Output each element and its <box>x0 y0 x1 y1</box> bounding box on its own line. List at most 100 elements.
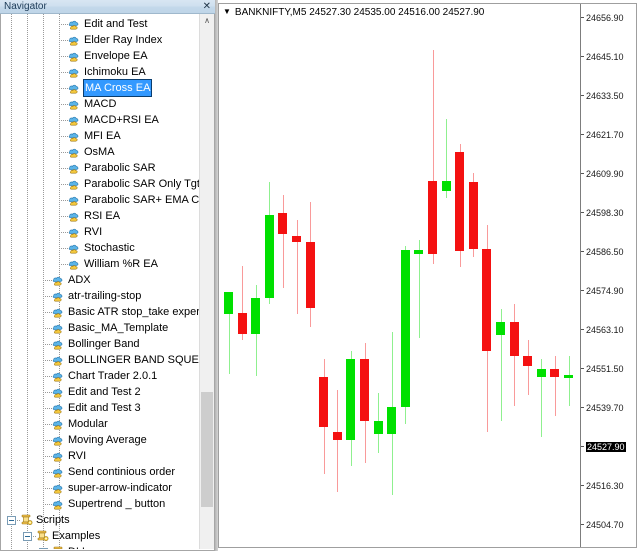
candle-wick <box>569 355 570 406</box>
tree-item[interactable]: Parabolic SAR+ EMA Cross <box>1 192 199 208</box>
tree-item-label: Moving Average <box>68 434 147 446</box>
tree-item-label: Supertrend _ button <box>68 498 166 510</box>
navigator-tree[interactable]: Edit and Test Elder Ray Index Envelope EA I… <box>1 14 199 549</box>
chart-canvas[interactable]: ▼ BANKNIFTY,M5 24527.30 24535.00 24516.00… <box>218 3 637 548</box>
expert-advisor-icon <box>68 162 81 174</box>
collapse-toggle-icon[interactable] <box>7 516 16 525</box>
tree-item[interactable]: OsMA <box>1 144 199 160</box>
tree-item[interactable]: MACD+RSI EA <box>1 112 199 128</box>
expert-advisor-icon <box>52 370 65 382</box>
tree-item-label: William %R EA <box>84 258 158 270</box>
candle-body <box>306 242 315 308</box>
tree-item[interactable]: MFI EA <box>1 128 199 144</box>
tree-item[interactable]: Modular <box>1 416 199 432</box>
tree-item-label: BOLLINGER BAND SQUEEZE <box>68 354 199 366</box>
chart-header: ▼ BANKNIFTY,M5 24527.30 24535.00 24516.00… <box>219 4 484 20</box>
tree-item-label: Parabolic SAR Only Tgt and <box>84 178 199 190</box>
tree-item[interactable]: Parabolic SAR Only Tgt and <box>1 176 199 192</box>
tree-item-label: RSI EA <box>84 210 121 222</box>
candle-body <box>469 181 478 249</box>
tree-item[interactable]: Ichimoku EA <box>1 64 199 80</box>
price-value: 24551.50 <box>586 364 624 374</box>
tree-item[interactable]: MACD <box>1 96 199 112</box>
expert-advisor-icon <box>52 498 65 510</box>
candle-body <box>387 406 396 435</box>
tree-item[interactable]: DLL <box>1 544 199 549</box>
tree-item-label: Edit and Test 3 <box>68 402 141 414</box>
candle-wick <box>337 389 338 493</box>
expert-advisor-icon <box>68 34 81 46</box>
candle-body <box>224 291 233 315</box>
candle-body <box>442 180 451 192</box>
scroll-up-arrow-icon[interactable]: ∧ <box>200 14 214 28</box>
collapse-toggle-icon[interactable] <box>23 532 32 541</box>
candle-body <box>238 312 247 334</box>
tree-item[interactable]: super-arrow-indicator <box>1 480 199 496</box>
tree-item[interactable]: Elder Ray Index <box>1 32 199 48</box>
tree-item[interactable]: BOLLINGER BAND SQUEEZE <box>1 352 199 368</box>
expert-advisor-icon <box>52 418 65 430</box>
tree-item-label: Elder Ray Index <box>84 34 163 46</box>
tree-item-label: Examples <box>52 530 101 542</box>
script-folder-icon <box>20 514 33 526</box>
tree-item[interactable]: Edit and Test 3 <box>1 400 199 416</box>
tree-item[interactable]: Parabolic SAR <box>1 160 199 176</box>
tree-item[interactable]: Supertrend _ button <box>1 496 199 512</box>
tree-item[interactable]: Basic ATR stop_take expert advi <box>1 304 199 320</box>
expert-advisor-icon <box>68 50 81 62</box>
expert-advisor-icon <box>52 386 65 398</box>
tree-item[interactable]: Chart Trader 2.0.1 <box>1 368 199 384</box>
tree-item[interactable]: RVI <box>1 448 199 464</box>
candlestick-plot <box>220 21 580 547</box>
tree-item[interactable]: Bollinger Band <box>1 336 199 352</box>
tree-item-label: Parabolic SAR <box>84 162 156 174</box>
price-value: 24598.30 <box>586 208 624 218</box>
tree-item[interactable]: Send continious order <box>1 464 199 480</box>
tree-item[interactable]: Envelope EA <box>1 48 199 64</box>
tree-item-label: Send continious order <box>68 466 176 478</box>
price-value: 24574.90 <box>586 286 624 296</box>
expert-advisor-icon <box>68 18 81 30</box>
tree-item[interactable]: Moving Average <box>1 432 199 448</box>
tree-item[interactable]: Examples <box>1 528 199 544</box>
tree-item-label: Modular <box>68 418 108 430</box>
tree-item[interactable]: Scripts <box>1 512 199 528</box>
tree-item-label: Stochastic <box>84 242 135 254</box>
chevron-down-icon[interactable]: ▼ <box>223 4 231 20</box>
scrollbar-thumb[interactable] <box>201 392 213 507</box>
tree-item[interactable]: RVI <box>1 224 199 240</box>
expert-advisor-icon <box>68 82 81 94</box>
candle-body <box>428 180 437 254</box>
navigator-panel: Navigator ✕ Edit and Test Elder Ray Index… <box>0 0 215 551</box>
expert-advisor-icon <box>52 338 65 350</box>
expert-advisor-icon <box>68 66 81 78</box>
tree-item[interactable]: MA Cross EA <box>1 79 199 97</box>
tree-item[interactable]: atr-trailing-stop <box>1 288 199 304</box>
price-scale[interactable]: 24656.90 24645.10 24633.50 24621.70 24609.90… <box>580 4 636 547</box>
tree-item[interactable]: Edit and Test <box>1 16 199 32</box>
expert-advisor-icon <box>52 306 65 318</box>
expert-advisor-icon <box>52 450 65 462</box>
candle-body <box>346 358 355 440</box>
candle-wick <box>419 239 420 338</box>
candle-body <box>564 374 573 378</box>
price-value: 24656.90 <box>586 13 624 23</box>
tick-mark <box>581 212 584 213</box>
price-value: 24609.90 <box>586 169 624 179</box>
tree-item[interactable]: Basic_MA_Template <box>1 320 199 336</box>
tree-item[interactable]: Stochastic <box>1 240 199 256</box>
candle-wick <box>283 195 284 288</box>
tree-item[interactable]: RSI EA <box>1 208 199 224</box>
candle-wick <box>555 355 556 417</box>
tick-mark <box>581 17 584 18</box>
chart-window: ▼ BANKNIFTY,M5 24527.30 24535.00 24516.00… <box>215 0 640 551</box>
collapse-toggle-icon[interactable] <box>39 548 48 549</box>
navigator-vertical-scrollbar[interactable]: ∧ <box>199 14 214 549</box>
tree-item[interactable]: ADX <box>1 272 199 288</box>
expert-advisor-icon <box>68 210 81 222</box>
expert-advisor-icon <box>52 466 65 478</box>
tree-item-label: RVI <box>68 450 87 462</box>
tree-item[interactable]: William %R EA <box>1 256 199 272</box>
close-icon[interactable]: ✕ <box>203 0 211 14</box>
tree-item[interactable]: Edit and Test 2 <box>1 384 199 400</box>
